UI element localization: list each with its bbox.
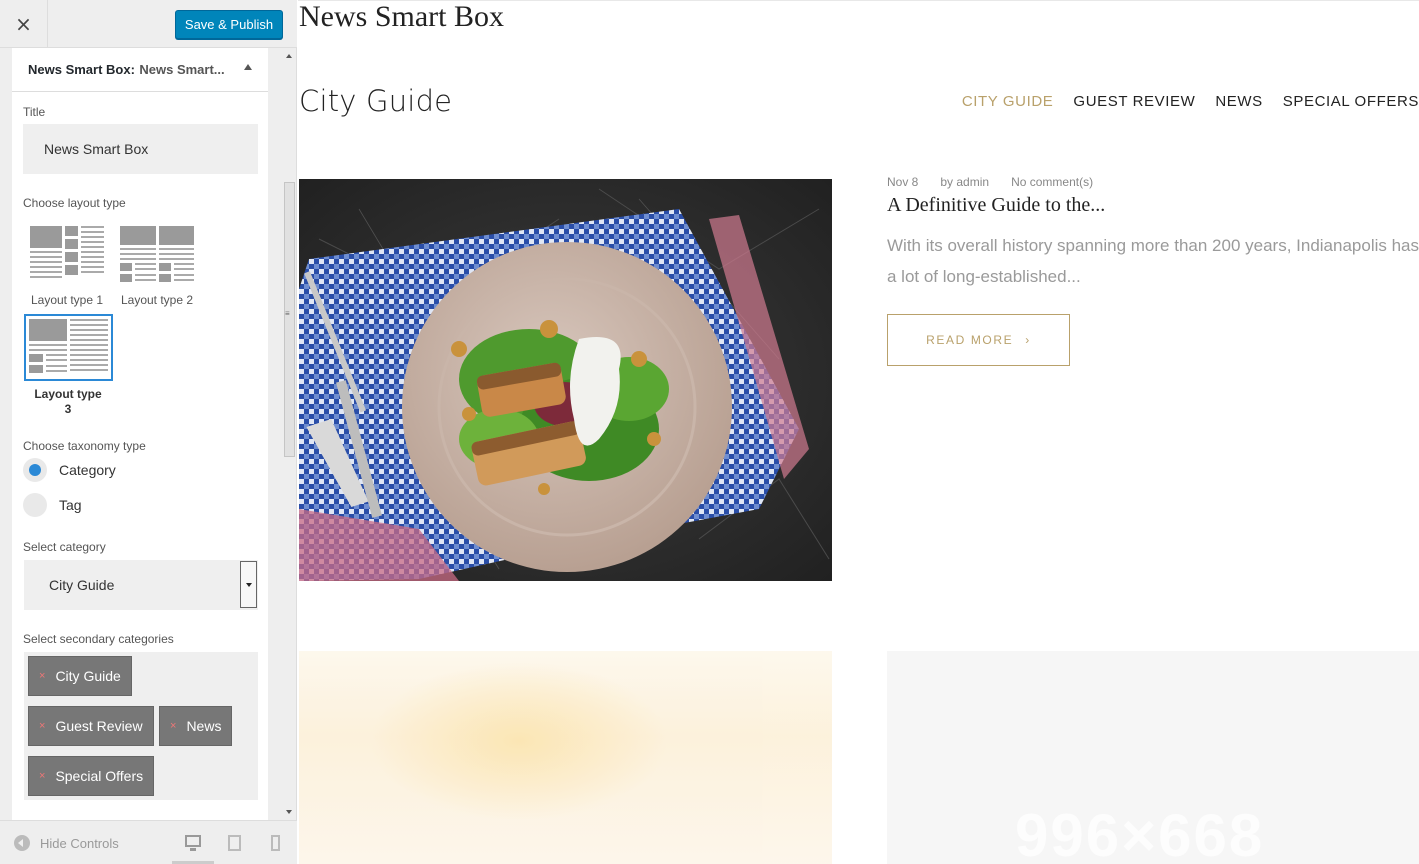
- chip-guest-review[interactable]: × Guest Review: [28, 706, 154, 746]
- chip-label: Guest Review: [55, 718, 143, 734]
- food-plate-image: [299, 179, 832, 581]
- read-more-button[interactable]: READ MORE ›: [887, 314, 1070, 366]
- radio-category[interactable]: [23, 458, 47, 482]
- sidebar-content[interactable]: News Smart Box: News Smart... Title Choo…: [0, 48, 297, 820]
- layout-type-1-option[interactable]: Layout type 1: [22, 223, 112, 307]
- tab-city-guide[interactable]: CITY GUIDE: [962, 93, 1054, 110]
- site-preview: News Smart Box City Guide CITY GUIDE GUE…: [298, 0, 1419, 864]
- chip-special-offers[interactable]: × Special Offers: [28, 756, 155, 796]
- box-title: City Guide: [299, 84, 453, 118]
- sidebar-scrollbar[interactable]: ≡: [282, 48, 296, 820]
- layout-type-label: Choose layout type: [23, 196, 126, 210]
- radio-category-label: Category: [59, 462, 116, 478]
- remove-icon[interactable]: ×: [170, 720, 176, 732]
- layout-type-3-option[interactable]: Layout type 3: [23, 314, 113, 417]
- layout-type-2-option[interactable]: Layout type 2: [112, 223, 202, 307]
- secondary-categories-field[interactable]: × City Guide × Guest Review × News × Spe…: [24, 652, 258, 800]
- chevron-right-icon: ›: [1025, 333, 1031, 347]
- layout-type-1-label: Layout type 1: [30, 293, 104, 307]
- widget-title: News Smart Box: [299, 0, 504, 33]
- chevron-down-icon[interactable]: [240, 561, 257, 608]
- collapse-arrow-icon[interactable]: [244, 64, 252, 70]
- hide-controls-label: Hide Controls: [40, 835, 119, 851]
- save-publish-button[interactable]: Save & Publish: [175, 10, 283, 39]
- faded-post-image[interactable]: [299, 651, 832, 864]
- widget-panel-title: News Smart Box:: [28, 62, 135, 77]
- post-meta: Nov 8 by admin No comment(s): [887, 175, 1093, 189]
- taxonomy-category-option[interactable]: Category: [23, 458, 116, 482]
- layout-type-3-thumbnail: [23, 314, 113, 381]
- scroll-up-icon[interactable]: [286, 54, 292, 58]
- tablet-preview-icon[interactable]: [228, 835, 241, 851]
- sidebar-footer: Hide Controls: [0, 820, 297, 864]
- collapse-sidebar-icon: [14, 835, 30, 851]
- tab-special-offers[interactable]: SPECIAL OFFERS: [1283, 93, 1419, 110]
- read-more-label: READ MORE: [926, 333, 1014, 347]
- layout-type-1-thumbnail: [27, 223, 107, 285]
- chip-city-guide[interactable]: × City Guide: [28, 656, 132, 696]
- close-button[interactable]: ×: [0, 0, 48, 48]
- select-category-label: Select category: [23, 540, 106, 554]
- remove-icon[interactable]: ×: [39, 720, 45, 732]
- desktop-preview-icon[interactable]: [185, 835, 201, 851]
- remove-icon[interactable]: ×: [39, 770, 45, 782]
- post-date: Nov 8: [887, 175, 919, 189]
- placeholder-image[interactable]: 996×668: [887, 651, 1419, 864]
- widget-panel-header[interactable]: News Smart Box: News Smart...: [12, 48, 268, 92]
- grip-icon: ≡: [285, 309, 290, 318]
- hide-controls-button[interactable]: Hide Controls: [14, 835, 119, 851]
- taxonomy-tag-option[interactable]: Tag: [23, 493, 82, 517]
- radio-tag-label: Tag: [59, 497, 82, 513]
- post-title[interactable]: A Definitive Guide to the...: [887, 194, 1105, 217]
- widget-panel-subtitle: News Smart...: [139, 62, 225, 77]
- tab-news[interactable]: NEWS: [1215, 93, 1262, 110]
- post-comments[interactable]: No comment(s): [1011, 175, 1093, 189]
- layout-type-2-thumbnail: [117, 223, 197, 285]
- scroll-down-icon[interactable]: [286, 810, 292, 814]
- radio-tag[interactable]: [23, 493, 47, 517]
- scrollbar-thumb[interactable]: [284, 182, 295, 457]
- sidebar-header: × Save & Publish: [0, 0, 297, 48]
- chip-label: City Guide: [55, 668, 121, 684]
- title-label: Title: [23, 105, 46, 119]
- tab-guest-review[interactable]: GUEST REVIEW: [1073, 93, 1195, 110]
- chip-label: Special Offers: [55, 768, 144, 784]
- category-tabs: CITY GUIDE GUEST REVIEW NEWS SPECIAL OFF…: [962, 93, 1419, 110]
- taxonomy-type-label: Choose taxonomy type: [23, 439, 146, 453]
- close-icon: ×: [15, 12, 32, 36]
- mobile-preview-icon[interactable]: [271, 835, 280, 851]
- title-input[interactable]: [23, 124, 258, 174]
- post-excerpt: With its overall history spanning more t…: [887, 236, 1419, 286]
- placeholder-dimensions: 996×668: [1015, 802, 1265, 864]
- featured-image[interactable]: [299, 179, 832, 581]
- customizer-sidebar: × Save & Publish News Smart Box: News Sm…: [0, 0, 297, 864]
- category-select[interactable]: City Guide: [24, 560, 258, 610]
- chip-news[interactable]: × News: [159, 706, 233, 746]
- chip-label: News: [186, 718, 222, 734]
- layout-type-2-label: Layout type 2: [120, 293, 194, 307]
- widget-panel: News Smart Box: News Smart... Title Choo…: [12, 48, 268, 820]
- post-author[interactable]: by admin: [940, 175, 989, 189]
- layout-type-3-label: Layout type 3: [34, 387, 102, 416]
- remove-icon[interactable]: ×: [39, 670, 45, 682]
- secondary-categories-label: Select secondary categories: [23, 632, 174, 646]
